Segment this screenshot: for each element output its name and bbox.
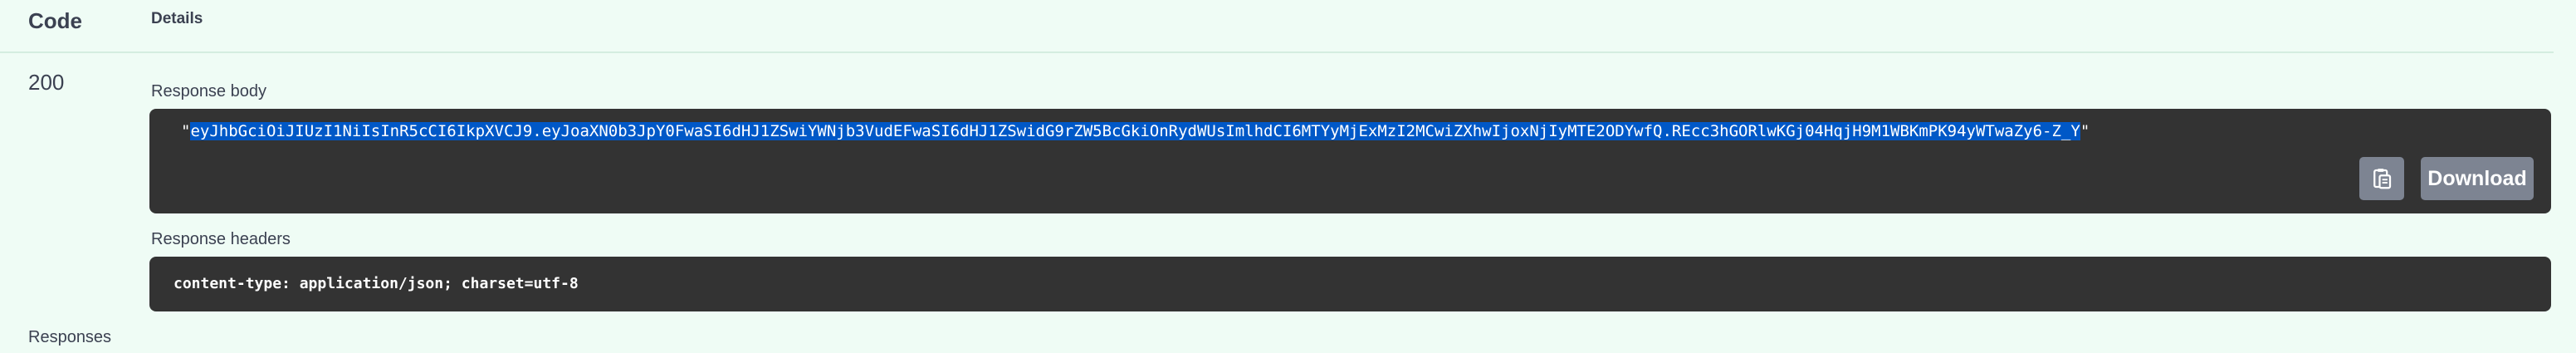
download-button[interactable]: Download: [2421, 157, 2534, 200]
responses-table-header: Code Details: [0, 0, 2554, 53]
response-body-label: Response body: [151, 82, 266, 101]
responses-section-title: Responses: [28, 328, 112, 346]
selected-token-text[interactable]: eyJhbGciOiJIUzI1NiIsInR5cCI6IkpXVCJ9.eyJ…: [190, 122, 2080, 140]
details-column-header: Details: [151, 10, 203, 27]
clipboard-copy-icon: [2373, 169, 2392, 189]
quote-open: ": [181, 122, 191, 140]
response-body-block[interactable]: "eyJhbGciOiJIUzI1NiIsInR5cCI6IkpXVCJ9.ey…: [149, 109, 2551, 213]
response-status-code: 200: [28, 70, 65, 95]
response-headers-text[interactable]: content-type: application/json; charset=…: [174, 274, 579, 294]
response-headers-label: Response headers: [151, 230, 291, 248]
code-column-header: Code: [28, 8, 82, 33]
response-headers-block[interactable]: content-type: application/json; charset=…: [149, 257, 2551, 311]
quote-close: ": [2080, 122, 2090, 140]
copy-to-clipboard-button[interactable]: [2359, 157, 2404, 200]
response-body-text[interactable]: "eyJhbGciOiJIUzI1NiIsInR5cCI6IkpXVCJ9.ey…: [181, 120, 2090, 142]
